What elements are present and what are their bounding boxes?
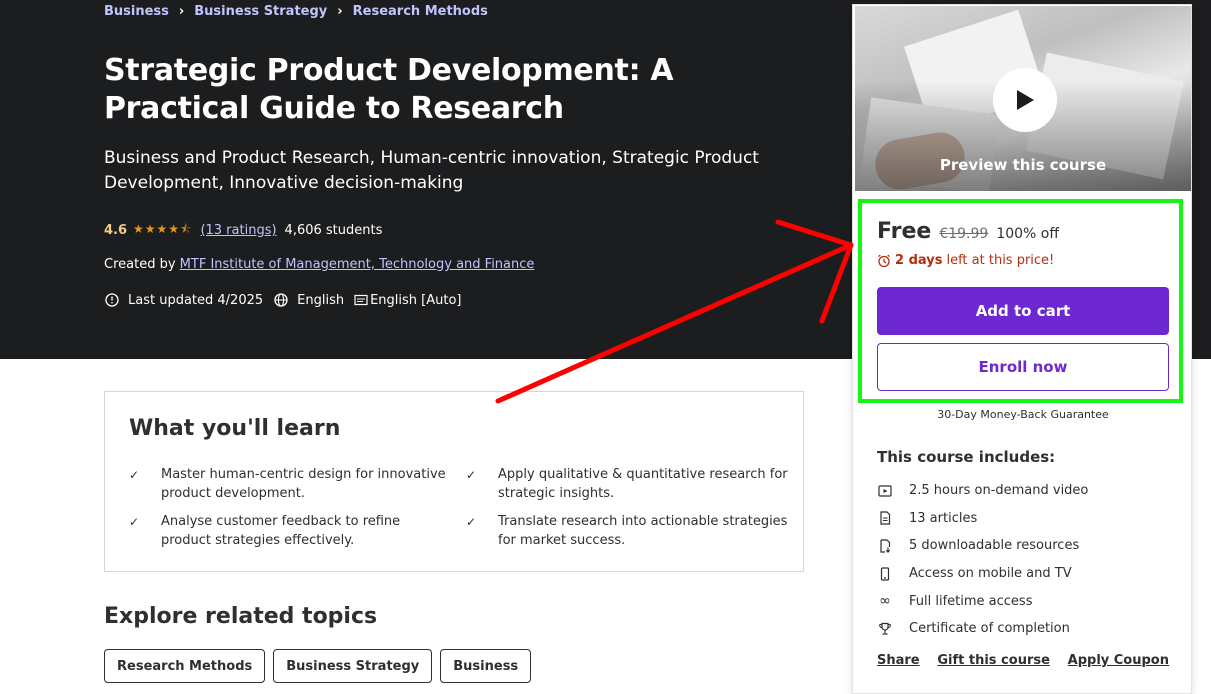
learn-item: ✓ Analyse customer feedback to refine pr… [129,512,451,550]
includes-item: Certificate of completion [877,615,1088,643]
check-icon: ✓ [129,515,140,529]
language: English [273,292,344,308]
topic-chip-business[interactable]: Business [440,649,532,683]
captions: English [Auto] [354,292,462,308]
star-rating-icon: ★★★★⯪ [133,222,193,236]
includes-text: 13 articles [909,510,978,526]
last-updated-text: Last updated 4/2025 [128,292,264,308]
includes-list: 2.5 hours on-demand video 13 articles 5 … [877,477,1088,643]
last-updated: Last updated 4/2025 [104,292,263,308]
captions-icon [354,294,368,306]
apply-coupon-link[interactable]: Apply Coupon [1068,653,1169,668]
preview-label[interactable]: Preview this course [855,156,1191,174]
check-icon: ✓ [466,515,477,529]
chevron-right-icon: › [178,4,185,19]
globe-icon [274,293,288,307]
learn-title: What you'll learn [129,416,341,441]
breadcrumb: Business › Business Strategy › Research … [104,4,488,19]
learn-item-text: Apply qualitative & quantitative researc… [498,467,788,501]
captions-text: English [Auto] [370,292,462,308]
includes-text: Certificate of completion [909,621,1070,637]
includes-item: Access on mobile and TV [877,560,1088,588]
learn-item: ✓ Apply qualitative & quantitative resea… [466,465,788,503]
course-meta: Last updated 4/2025 English English [Aut… [104,292,472,308]
includes-item: 2.5 hours on-demand video [877,477,1088,505]
course-subtitle: Business and Product Research, Human-cen… [104,148,759,193]
video-icon [877,483,893,499]
includes-text: Full lifetime access [909,593,1033,609]
course-title: Strategic Product Development: A Practic… [104,53,674,126]
alert-clock-icon [105,293,119,307]
includes-text: Access on mobile and TV [909,566,1072,582]
breadcrumb-business[interactable]: Business [104,4,169,19]
learn-item: ✓ Master human-centric design for innova… [129,465,451,503]
breadcrumb-business-strategy[interactable]: Business Strategy [194,4,327,19]
created-by: Created by MTF Institute of Management, … [104,257,534,272]
mobile-icon [877,566,893,582]
topic-chip-business-strategy[interactable]: Business Strategy [273,649,433,683]
play-icon[interactable] [993,68,1057,132]
highlight-box [858,199,1183,403]
includes-title: This course includes: [877,448,1056,466]
related-topics-title: Explore related topics [104,604,378,629]
gift-course-link[interactable]: Gift this course [937,653,1050,668]
check-icon: ✓ [129,468,140,482]
learn-item-text: Master human-centric design for innovati… [161,467,446,501]
money-back-guarantee: 30-Day Money-Back Guarantee [937,408,1109,421]
topic-chip-research-methods[interactable]: Research Methods [104,649,266,683]
includes-item: 13 articles [877,505,1088,533]
article-icon [877,510,893,526]
instructor-link[interactable]: MTF Institute of Management, Technology … [180,257,535,272]
related-topics: Research Methods Business Strategy Busin… [104,649,539,683]
students-count: 4,606 students [284,223,383,238]
includes-text: 5 downloadable resources [909,538,1080,554]
card-links: Share Gift this course Apply Coupon [877,653,1169,668]
learn-item: ✓ Translate research into actionable str… [466,512,788,550]
rating-row: 4.6 ★★★★⯪ (13 ratings) 4,606 students [104,220,382,241]
what-youll-learn: What you'll learn ✓ Master human-centric… [104,391,804,572]
ratings-count-link[interactable]: (13 ratings) [200,223,276,238]
created-by-label: Created by [104,257,176,272]
language-text: English [297,292,345,308]
download-file-icon [877,538,893,554]
course-preview[interactable]: Preview this course [855,6,1191,191]
check-icon: ✓ [466,468,477,482]
trophy-icon [877,621,893,637]
breadcrumb-research-methods[interactable]: Research Methods [353,4,488,19]
chevron-right-icon: › [337,4,343,19]
includes-item: ∞ Full lifetime access [877,587,1088,615]
rating-value: 4.6 [104,223,128,238]
learn-item-text: Analyse customer feedback to refine prod… [161,514,401,548]
includes-item: 5 downloadable resources [877,532,1088,560]
share-link[interactable]: Share [877,653,920,668]
learn-item-text: Translate research into actionable strat… [498,514,788,548]
infinity-icon: ∞ [879,593,891,610]
includes-text: 2.5 hours on-demand video [909,483,1089,499]
